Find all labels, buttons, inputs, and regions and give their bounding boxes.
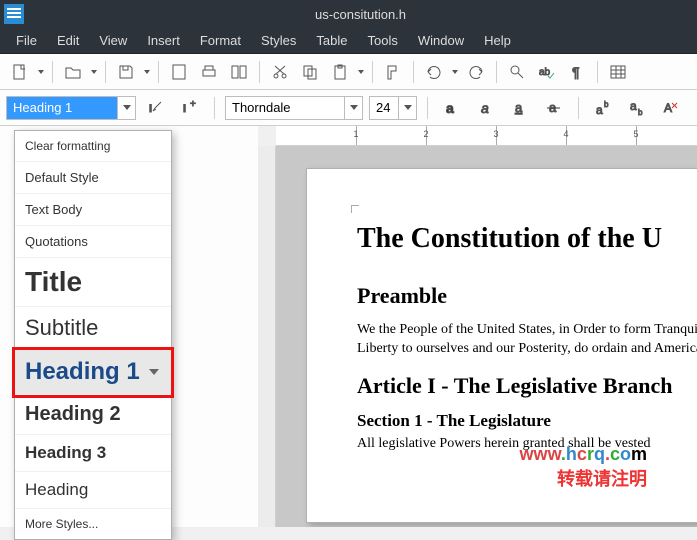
svg-text:a: a [446, 100, 454, 116]
paste-icon[interactable] [326, 58, 354, 86]
export-pdf-icon[interactable] [165, 58, 193, 86]
ruler-tick: 2 [423, 129, 428, 139]
svg-text:I: I [149, 103, 152, 115]
svg-text:a: a [515, 100, 523, 115]
clear-format-icon[interactable]: A [657, 94, 685, 122]
svg-text:b: b [638, 108, 643, 117]
redo-icon[interactable] [462, 58, 490, 86]
window-title: us-consitution.h [24, 7, 697, 22]
document-page[interactable]: The Constitution of the U Preamble We th… [306, 168, 697, 523]
dd-title[interactable]: Title [15, 258, 171, 307]
svg-text:¶: ¶ [572, 64, 580, 80]
ruler-tick: 1 [353, 129, 358, 139]
clone-format-icon[interactable] [379, 58, 407, 86]
dd-quotations[interactable]: Quotations [15, 226, 171, 258]
svg-text:a: a [596, 103, 603, 117]
menu-file[interactable]: File [8, 30, 45, 51]
menu-edit[interactable]: Edit [49, 30, 87, 51]
update-style-icon[interactable]: I [142, 94, 170, 122]
dd-heading-2[interactable]: Heading 2 [15, 395, 171, 435]
menubar: File Edit View Insert Format Styles Tabl… [0, 28, 697, 54]
font-size-combo[interactable] [369, 96, 417, 120]
font-size-caret-icon[interactable] [398, 97, 416, 119]
menu-styles[interactable]: Styles [253, 30, 304, 51]
paragraph-style-caret-icon[interactable] [117, 97, 135, 119]
dd-more-styles[interactable]: More Styles... [15, 509, 171, 539]
app-icon [4, 4, 24, 24]
svg-text:a: a [481, 100, 489, 116]
subscript-icon[interactable]: ab [623, 94, 651, 122]
font-size-input[interactable] [370, 97, 398, 119]
new-style-icon[interactable]: I+ [176, 94, 204, 122]
dd-heading-3[interactable]: Heading 3 [15, 435, 171, 472]
menu-format[interactable]: Format [192, 30, 249, 51]
undo-icon[interactable] [420, 58, 448, 86]
ruler-tick: 5 [633, 129, 638, 139]
dd-heading-1[interactable]: Heading 1 [15, 350, 171, 395]
copy-icon[interactable] [296, 58, 324, 86]
dd-subtitle[interactable]: Subtitle [15, 307, 171, 350]
bold-icon[interactable]: a [438, 94, 466, 122]
section-1-paragraph: All legislative Powers herein granted sh… [357, 435, 697, 454]
superscript-icon[interactable]: ab [589, 94, 617, 122]
menu-view[interactable]: View [91, 30, 135, 51]
find-replace-icon[interactable] [503, 58, 531, 86]
toolbar-standard: ab ¶ [0, 54, 697, 90]
new-doc-icon[interactable] [6, 58, 34, 86]
svg-text:b: b [604, 100, 609, 109]
menu-tools[interactable]: Tools [359, 30, 405, 51]
svg-text:+: + [190, 99, 196, 110]
font-name-combo[interactable] [225, 96, 363, 120]
underline-icon[interactable]: a [506, 94, 534, 122]
ruler-horizontal[interactable]: 1 2 3 4 5 6 [276, 126, 697, 146]
spellcheck-icon[interactable]: ab [533, 58, 561, 86]
margin-corner-icon [351, 205, 359, 213]
heading-preamble: Preamble [357, 283, 697, 309]
paragraph-style-dropdown: Clear formatting Default Style Text Body… [14, 130, 172, 540]
strike-icon[interactable]: a [540, 94, 568, 122]
ruler-vertical[interactable] [258, 146, 276, 527]
dd-heading-1-label: Heading 1 [25, 358, 140, 386]
font-name-input[interactable] [226, 97, 344, 119]
font-name-caret-icon[interactable] [344, 97, 362, 119]
italic-icon[interactable]: a [472, 94, 500, 122]
paste-dropdown[interactable] [356, 58, 366, 86]
svg-text:I: I [183, 103, 186, 115]
ruler-tick: 3 [493, 129, 498, 139]
heading-section-1: Section 1 - The Legislature [357, 411, 697, 431]
undo-dropdown[interactable] [450, 58, 460, 86]
open-dropdown[interactable] [89, 58, 99, 86]
menu-help[interactable]: Help [476, 30, 519, 51]
print-preview-icon[interactable] [225, 58, 253, 86]
titlebar: us-consitution.h [0, 0, 697, 28]
toolbar-formatting: I I+ a a a a ab ab A [0, 90, 697, 126]
preamble-paragraph: We the People of the United States, in O… [357, 321, 697, 359]
chevron-down-icon[interactable] [149, 369, 159, 375]
new-doc-dropdown[interactable] [36, 58, 46, 86]
dd-heading[interactable]: Heading [15, 472, 171, 509]
cut-icon[interactable] [266, 58, 294, 86]
svg-text:A: A [664, 101, 672, 115]
menu-table[interactable]: Table [308, 30, 355, 51]
save-dropdown[interactable] [142, 58, 152, 86]
paragraph-style-combo[interactable] [6, 96, 136, 120]
insert-table-icon[interactable] [604, 58, 632, 86]
open-icon[interactable] [59, 58, 87, 86]
menu-insert[interactable]: Insert [139, 30, 188, 51]
print-icon[interactable] [195, 58, 223, 86]
save-icon[interactable] [112, 58, 140, 86]
ruler-tick: 4 [563, 129, 568, 139]
document-background: The Constitution of the U Preamble We th… [276, 146, 697, 527]
dd-default-style[interactable]: Default Style [15, 162, 171, 194]
heading-article-1: Article I - The Legislative Branch [357, 373, 697, 399]
dd-clear-formatting[interactable]: Clear formatting [15, 131, 171, 162]
dd-text-body[interactable]: Text Body [15, 194, 171, 226]
svg-text:a: a [630, 99, 637, 113]
doc-title: The Constitution of the U [357, 223, 697, 255]
menu-window[interactable]: Window [410, 30, 472, 51]
formatting-marks-icon[interactable]: ¶ [563, 58, 591, 86]
paragraph-style-input[interactable] [7, 97, 117, 119]
